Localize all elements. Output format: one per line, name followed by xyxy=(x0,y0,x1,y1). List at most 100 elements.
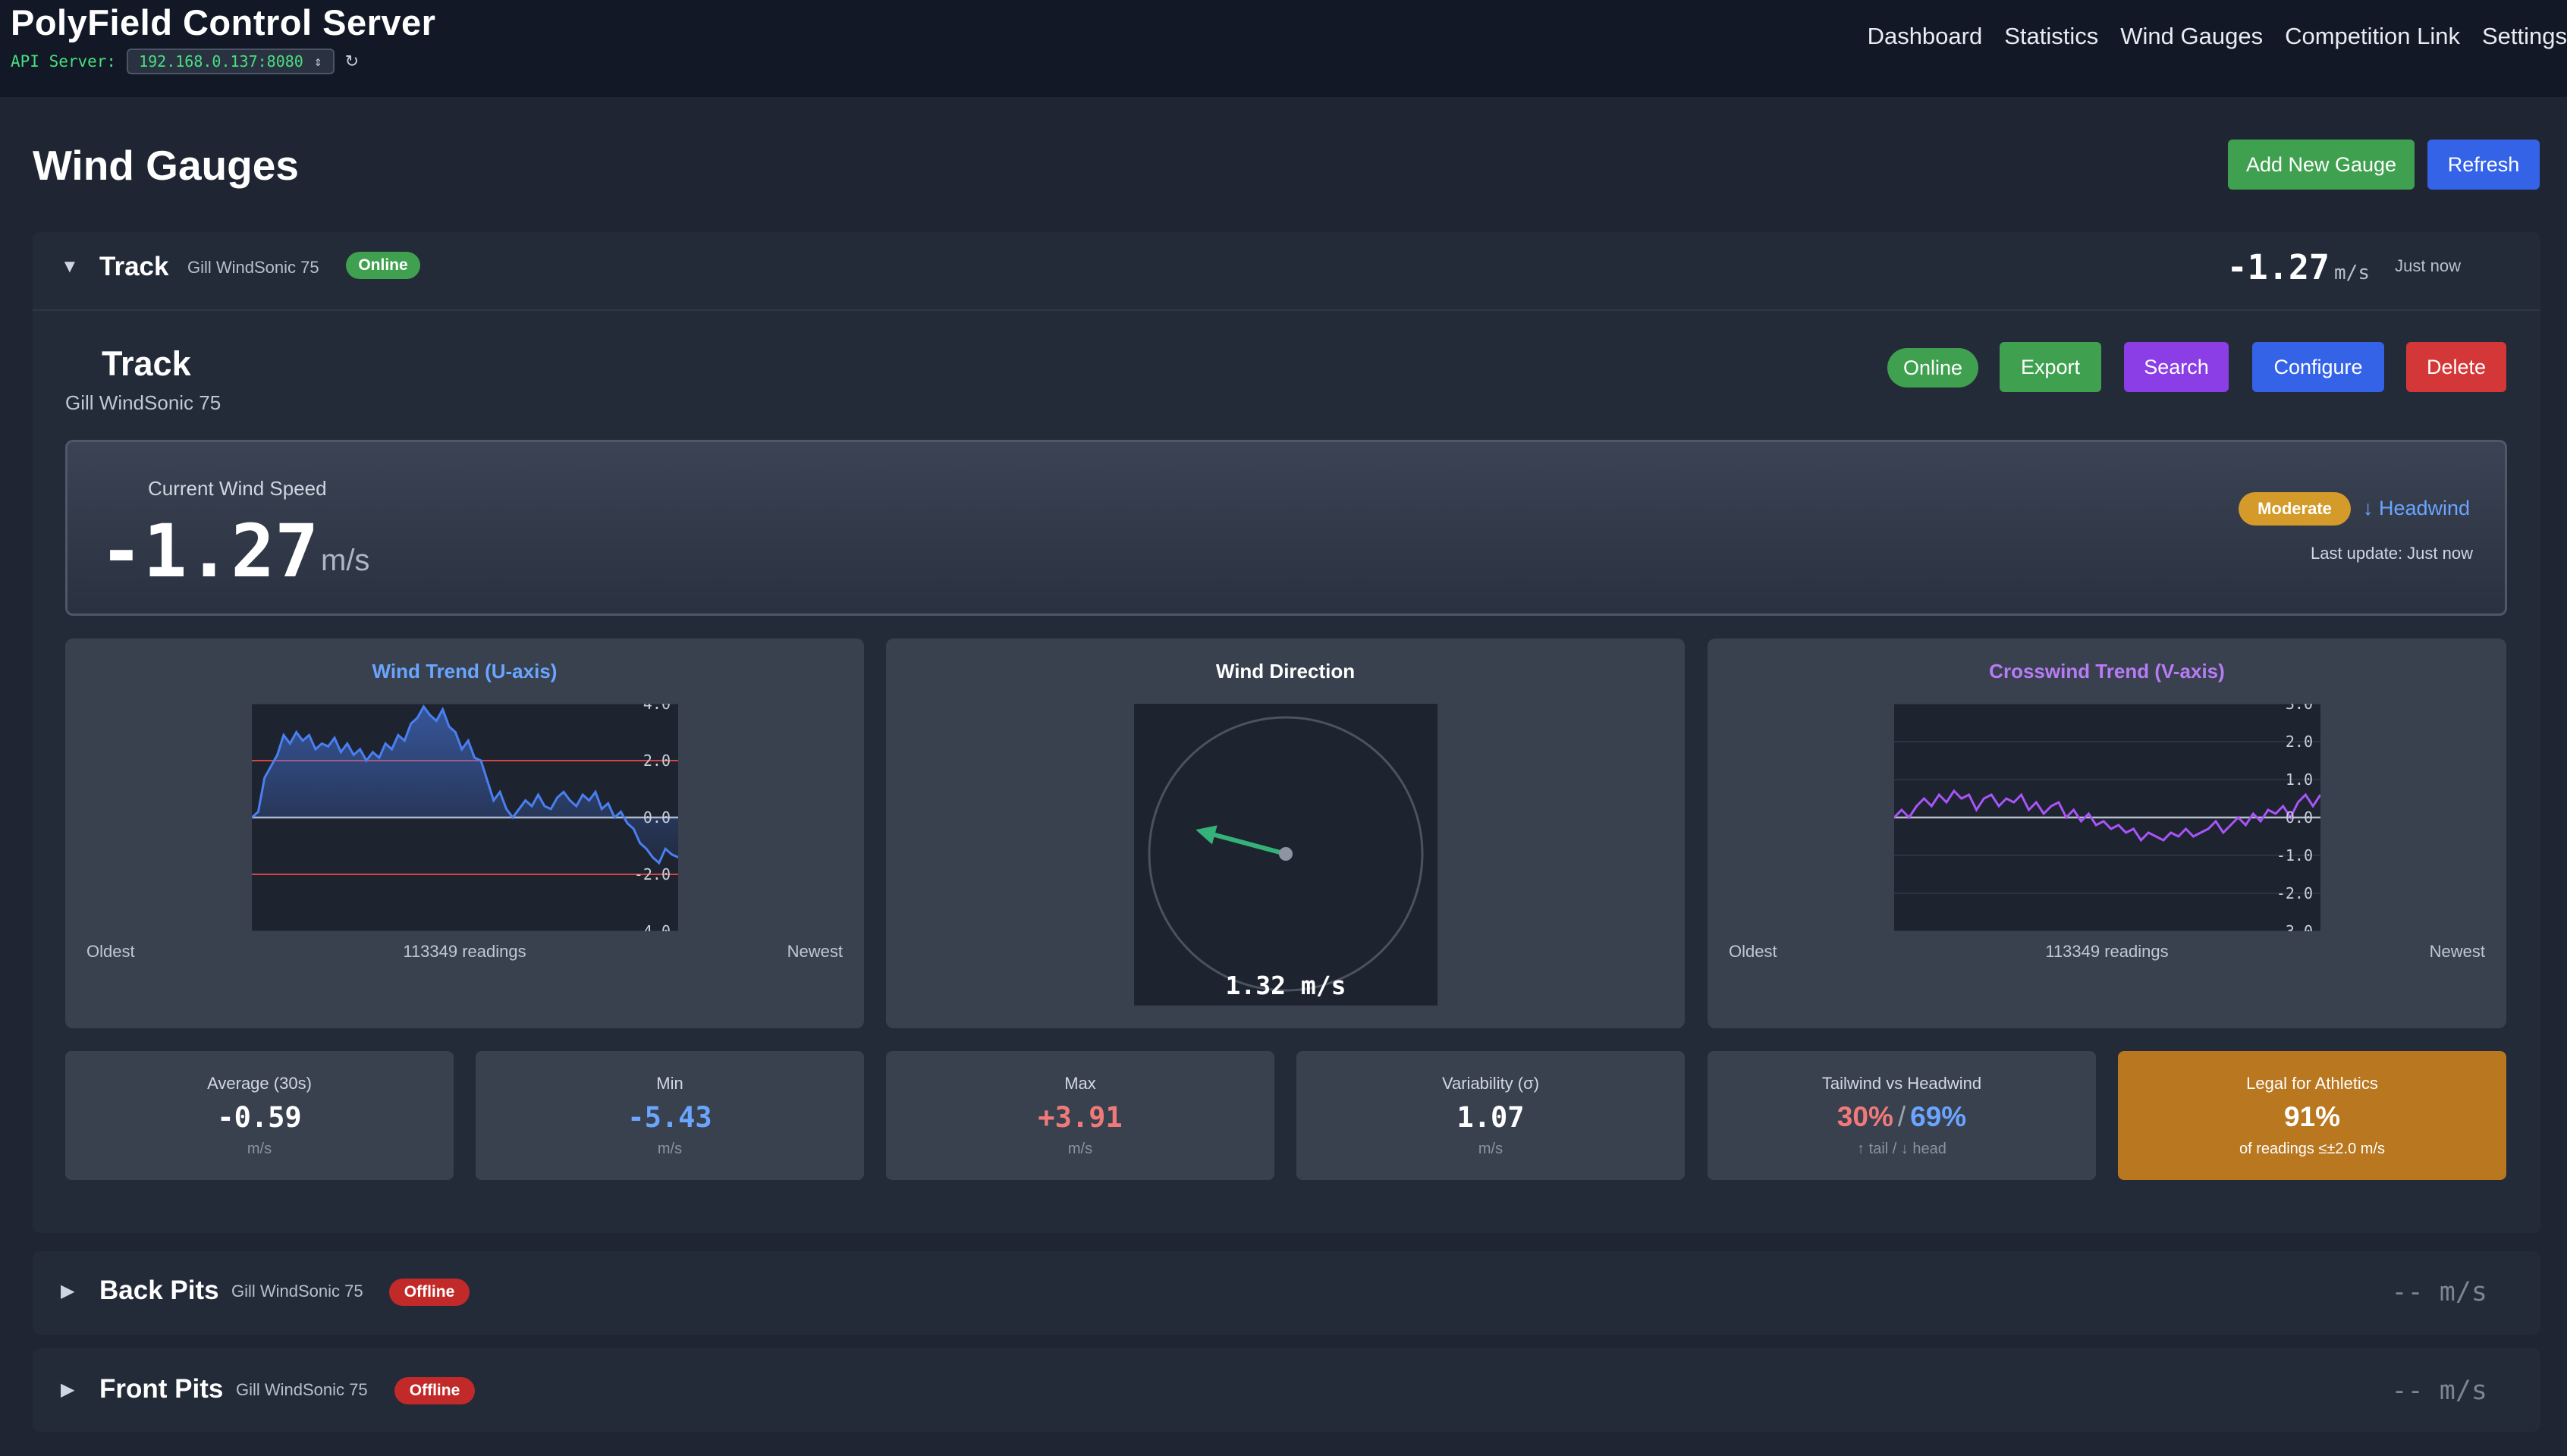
stat-value: -0.59 xyxy=(217,1101,302,1134)
refresh-button[interactable]: Refresh xyxy=(2427,140,2540,190)
wind-direction-svg xyxy=(1148,716,1424,992)
stat-legal: Legal for Athletics 91% of readings ≤±2.… xyxy=(2118,1051,2506,1180)
nav-statistics[interactable]: Statistics xyxy=(2004,23,2098,50)
stat-unit: ↑ tail / ↓ head xyxy=(1857,1141,1946,1157)
gauge-card-back-pits[interactable]: ▶ Back Pits Gill WindSonic 75 Offline --… xyxy=(33,1251,2540,1335)
nav-wind-gauges[interactable]: Wind Gauges xyxy=(2120,23,2263,50)
stat-value: 91% xyxy=(2283,1101,2341,1132)
percent-separator: / xyxy=(1897,1101,1906,1132)
tick-label: 2.0 xyxy=(643,752,671,770)
stat-value: +3.91 xyxy=(1038,1101,1123,1134)
tick-label: -3.0 xyxy=(2276,922,2313,931)
app-title: PolyField Control Server xyxy=(11,2,436,42)
detail-title: Track xyxy=(102,344,191,383)
search-button[interactable]: Search xyxy=(2124,342,2229,392)
tick-label: -1.0 xyxy=(2276,846,2313,864)
stat-variability: Variability (σ) 1.07 m/s xyxy=(1296,1051,1685,1180)
gauge-speed: -- m/s xyxy=(2392,1277,2487,1307)
tick-label: 1.0 xyxy=(2286,770,2313,789)
caret-right-icon[interactable]: ▶ xyxy=(61,1379,74,1401)
wind-trend-card: Wind Trend (U-axis) 4.0 2.0 0.0 -2.0 -4.0 Ol… xyxy=(65,639,864,1028)
headwind-percent: 69% xyxy=(1910,1101,1967,1132)
wind-direction-value: 1.32 m/s xyxy=(1225,971,1346,1000)
wind-direction-card: Wind Direction 1.32 m/s xyxy=(886,639,1685,1028)
header-updated: Just now xyxy=(2395,256,2461,275)
tick-label: -4.0 xyxy=(634,922,671,931)
detail-model: Gill WindSonic 75 xyxy=(65,391,222,414)
gauge-speed-unit: m/s xyxy=(2439,1376,2487,1406)
configure-button[interactable]: Configure xyxy=(2252,342,2384,392)
compass-center xyxy=(1279,847,1293,861)
tick-label: 4.0 xyxy=(643,704,671,713)
series-area xyxy=(252,706,678,863)
stat-unit: m/s xyxy=(247,1141,272,1157)
crosswind-trend-card: Crosswind Trend (V-axis) 3.0 2.0 1.0 0.0 -1.… xyxy=(1708,639,2506,1028)
status-badge: Online xyxy=(346,252,420,279)
wind-trend-svg: 4.0 2.0 0.0 -2.0 -4.0 xyxy=(251,695,679,940)
headwind-indicator: ↓ Headwind xyxy=(2363,497,2471,519)
gauge-name: Front Pits xyxy=(99,1374,224,1404)
gauge-speed-unit: m/s xyxy=(2439,1277,2487,1307)
gauge-model: Gill WindSonic 75 xyxy=(236,1380,368,1399)
api-server-row: API Server: 192.168.0.137:8080 ⇕ ↻ xyxy=(11,47,359,76)
series-line xyxy=(1893,789,2322,843)
gauge-name: Back Pits xyxy=(99,1276,219,1305)
gauge-speed: -- m/s xyxy=(2392,1376,2487,1406)
main-nav: Dashboard Statistics Wind Gauges Competi… xyxy=(1846,23,2567,50)
tick-label: -2.0 xyxy=(2276,884,2313,902)
stat-label: Min xyxy=(656,1074,683,1093)
nav-settings[interactable]: Settings xyxy=(2482,23,2567,50)
stat-label: Variability (σ) xyxy=(1441,1074,1540,1093)
refresh-icon[interactable]: ↻ xyxy=(345,52,359,71)
detail-status-badge: Online xyxy=(1887,348,1978,388)
status-badge: Offline xyxy=(394,1377,475,1404)
wind-direction-plot: 1.32 m/s xyxy=(1134,704,1437,1006)
gauge-name: Track xyxy=(99,252,169,281)
caret-down-icon[interactable]: ▼ xyxy=(61,256,79,278)
stat-label: Legal for Athletics xyxy=(2246,1074,2378,1093)
stat-value: 30%/69% xyxy=(1708,1101,2096,1133)
stat-unit: m/s xyxy=(1478,1141,1503,1157)
tick-label: 2.0 xyxy=(2286,733,2313,751)
stat-label: Average (30s) xyxy=(207,1074,312,1093)
current-wind-label: Current Wind Speed xyxy=(148,477,327,500)
current-wind-panel: Current Wind Speed -1.27 m/s Moderate ↓ … xyxy=(65,440,2507,616)
nav-dashboard[interactable]: Dashboard xyxy=(1868,23,1983,50)
stat-unit: of readings ≤±2.0 m/s xyxy=(2239,1141,2386,1157)
crosswind-trend-svg: 3.0 2.0 1.0 0.0 -1.0 -2.0 -3.0 xyxy=(1893,695,2322,940)
header-speed-unit: m/s xyxy=(2334,262,2370,284)
gauge-model: Gill WindSonic 75 xyxy=(231,1282,363,1301)
wind-direction-title: Wind Direction xyxy=(1215,660,1356,682)
header-wind-speed: -1.27 m/s xyxy=(2227,247,2370,287)
api-server-select[interactable]: 192.168.0.137:8080 ⇕ xyxy=(127,49,335,74)
stat-min: Min -5.43 m/s xyxy=(476,1051,864,1180)
tick-label: 3.0 xyxy=(2286,704,2313,713)
wind-arrow-head xyxy=(1196,825,1218,845)
last-update: Last update: Just now xyxy=(2310,544,2473,563)
current-wind-value: -1.27 xyxy=(99,509,319,594)
top-bar: PolyField Control Server API Server: 192… xyxy=(0,0,2567,97)
gauge-card-front-pits[interactable]: ▶ Front Pits Gill WindSonic 75 Offline -… xyxy=(33,1348,2540,1432)
wind-trend-newest: Newest xyxy=(787,942,843,961)
chevron-updown-icon: ⇕ xyxy=(313,53,322,70)
tailwind-percent: 30% xyxy=(1836,1101,1893,1132)
nav-competition-link[interactable]: Competition Link xyxy=(2285,23,2460,50)
caret-right-icon[interactable]: ▶ xyxy=(61,1280,74,1302)
export-button[interactable]: Export xyxy=(2000,342,2101,392)
crosswind-trend-readings: 113349 readings xyxy=(2045,942,2169,961)
delete-button[interactable]: Delete xyxy=(2406,342,2506,392)
crosswind-trend-newest: Newest xyxy=(2429,942,2485,961)
stat-value: 1.07 xyxy=(1456,1101,1525,1134)
stat-max: Max +3.91 m/s xyxy=(886,1051,1274,1180)
tick-label: 0.0 xyxy=(2286,808,2313,827)
gauge-speed-value: -- xyxy=(2391,1376,2424,1406)
strength-badge: Moderate xyxy=(2239,492,2351,526)
header-speed-value: -1.27 xyxy=(2226,247,2330,287)
stat-label: Max xyxy=(1064,1074,1096,1093)
gauge-model: Gill WindSonic 75 xyxy=(187,258,319,277)
stat-tail-vs-head: Tailwind vs Headwind 30%/69% ↑ tail / ↓ … xyxy=(1708,1051,2096,1180)
wind-trend-title: Wind Trend (U-axis) xyxy=(372,660,558,682)
api-server-label: API Server: xyxy=(11,52,117,71)
add-new-gauge-button[interactable]: Add New Gauge xyxy=(2228,140,2415,190)
gauge-speed-value: -- xyxy=(2391,1277,2424,1307)
